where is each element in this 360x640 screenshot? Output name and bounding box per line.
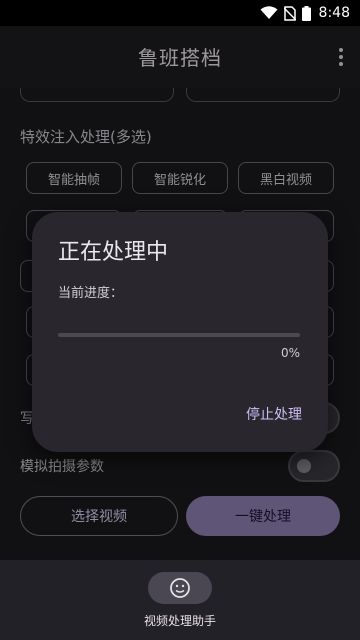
- progress-percent: 0%: [280, 346, 300, 360]
- status-time: 8:48: [318, 5, 350, 21]
- wifi-icon: [260, 6, 278, 19]
- no-sim-icon: [283, 5, 296, 21]
- nav-item-video-assistant[interactable]: [148, 572, 212, 604]
- stop-processing-button[interactable]: 停止处理: [242, 402, 306, 426]
- status-bar: 8:48: [0, 0, 360, 26]
- progress-label: 当前进度：: [58, 286, 124, 301]
- nav-item-label: 视频处理助手: [143, 614, 216, 628]
- battery-icon: [301, 5, 311, 21]
- bottom-nav: 视频处理助手: [0, 560, 360, 640]
- status-icons: 8:48: [260, 3, 350, 23]
- dialog-title: 正在处理中: [58, 240, 169, 265]
- smiley-icon: [170, 578, 190, 598]
- processing-dialog: 正在处理中 当前进度： 0% 停止处理: [32, 212, 328, 452]
- progress-bar: [58, 333, 300, 337]
